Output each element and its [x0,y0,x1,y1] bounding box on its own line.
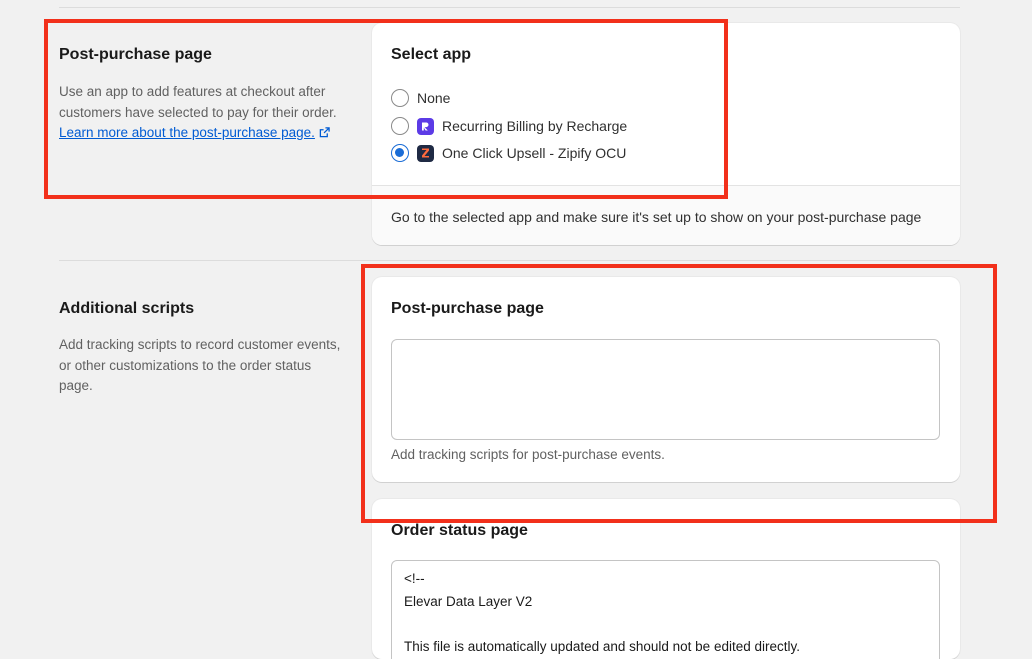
radio-label-zipify: One Click Upsell - Zipify OCU [442,145,627,161]
radio-option-none[interactable]: None [391,88,450,108]
radio-label-recharge: Recurring Billing by Recharge [442,118,628,134]
post-purchase-description-text: Use an app to add features at checkout a… [59,84,337,120]
select-app-title: Select app [391,46,472,63]
radio-option-recharge[interactable]: Recurring Billing by Recharge [391,116,627,136]
learn-more-post-purchase-link[interactable]: Learn more about the post-purchase page. [59,125,330,140]
external-link-icon [319,127,330,138]
additional-scripts-section-title: Additional scripts [59,300,195,317]
select-app-footer-text: Go to the selected app and make sure it'… [391,209,922,225]
code-line: <!-- [404,571,425,586]
order-status-scripts-textarea[interactable]: <!-- Elevar Data Layer V2 This file is a… [391,560,940,659]
select-app-footer: Go to the selected app and make sure it'… [372,185,960,245]
top-divider [59,7,960,8]
post-purchase-scripts-title: Post-purchase page [391,300,544,317]
code-line: Elevar Data Layer V2 [404,594,533,609]
select-app-card: Select app None Recurring Billing by Rec… [372,23,960,245]
recharge-app-icon [417,117,434,135]
radio-option-zipify[interactable]: One Click Upsell - Zipify OCU [391,143,626,163]
radio-label-none: None [417,90,451,106]
post-purchase-scripts-help-text: Add tracking scripts for post-purchase e… [391,447,665,462]
post-purchase-scripts-card: Post-purchase page Add tracking scripts … [372,277,960,482]
radio-button-recharge[interactable] [391,117,409,135]
order-status-title: Order status page [391,522,528,539]
middle-divider [59,260,960,261]
zipify-app-icon [417,144,434,162]
radio-button-none[interactable] [391,89,409,107]
order-status-card: Order status page <!-- Elevar Data Layer… [372,499,960,659]
code-line: This file is automatically updated and s… [404,639,800,654]
additional-scripts-section-description: Add tracking scripts to record customer … [59,337,341,393]
post-purchase-section-description: Use an app to add features at checkout a… [59,82,344,144]
post-purchase-scripts-textarea[interactable] [391,339,940,440]
post-purchase-section-title: Post-purchase page [59,46,212,63]
radio-button-zipify[interactable] [391,144,409,162]
